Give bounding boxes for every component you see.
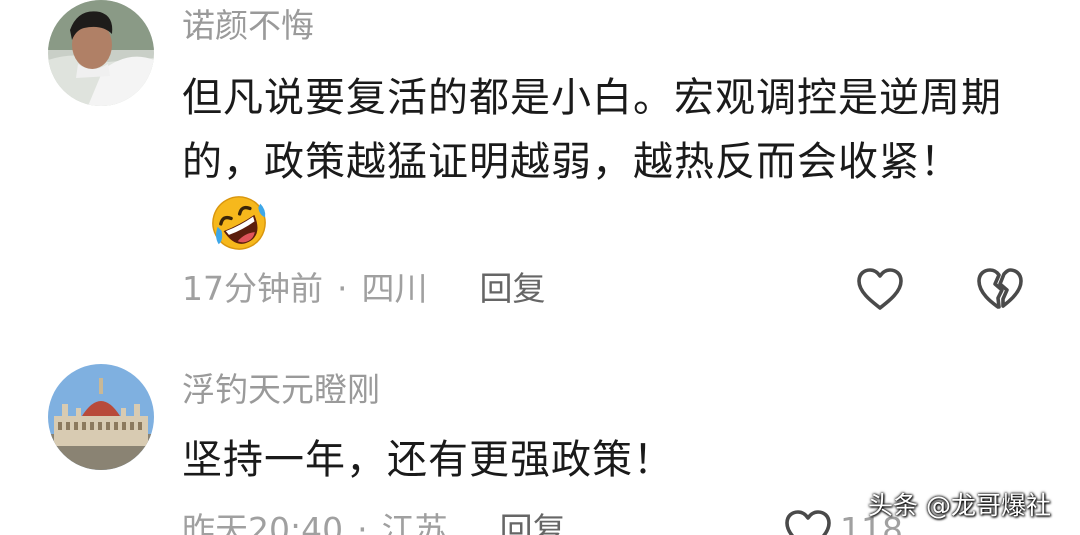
heart-icon xyxy=(857,268,903,310)
meta-separator: · xyxy=(337,269,348,308)
broken-heart-icon xyxy=(977,268,1023,309)
meta-separator: · xyxy=(357,510,368,535)
like-button[interactable] xyxy=(783,508,833,535)
comment-location: 四川 xyxy=(361,269,428,308)
watermark: 头条 @龙哥爆社 xyxy=(868,491,1051,520)
comment-meta: 17分钟前 · 四川 回复 xyxy=(182,269,546,309)
comment-text: 但凡说要复活的都是小白。宏观调控是逆周期的，政策越猛证明越弱，越热反而会收紧！ xyxy=(182,66,1012,259)
comment-time: 昨天20:40 xyxy=(182,510,344,535)
avatar-photo-man xyxy=(48,0,154,106)
heart-icon xyxy=(785,510,831,535)
dislike-button[interactable] xyxy=(975,266,1025,312)
comment-text: 坚持一年，还有更强政策！ xyxy=(182,437,674,483)
username[interactable]: 浮钓天元瞪刚 xyxy=(182,370,380,410)
username[interactable]: 诺颜不悔 xyxy=(182,6,314,46)
avatar[interactable] xyxy=(48,0,154,106)
comment-location: 江苏 xyxy=(381,510,448,535)
comment-list: 诺颜不悔 但凡说要复活的都是小白。宏观调控是逆周期的，政策越猛证明越弱，越热反而… xyxy=(0,0,1080,535)
reply-button[interactable]: 回复 xyxy=(500,510,566,535)
comment-text-body: 但凡说要复活的都是小白。宏观调控是逆周期的，政策越猛证明越弱，越热反而会收紧！ xyxy=(182,75,1002,185)
comment-item: 诺颜不悔 但凡说要复活的都是小白。宏观调控是逆周期的，政策越猛证明越弱，越热反而… xyxy=(0,0,1080,330)
avatar[interactable] xyxy=(48,364,154,470)
avatar-photo-parliament-building xyxy=(48,364,154,470)
like-button[interactable] xyxy=(855,266,905,312)
rolling-on-floor-laughing-emoji xyxy=(212,196,266,250)
comment-meta: 昨天20:40 · 江苏 回复 xyxy=(182,510,566,535)
reply-button[interactable]: 回复 xyxy=(480,269,546,308)
comment-time: 17分钟前 xyxy=(182,269,323,308)
